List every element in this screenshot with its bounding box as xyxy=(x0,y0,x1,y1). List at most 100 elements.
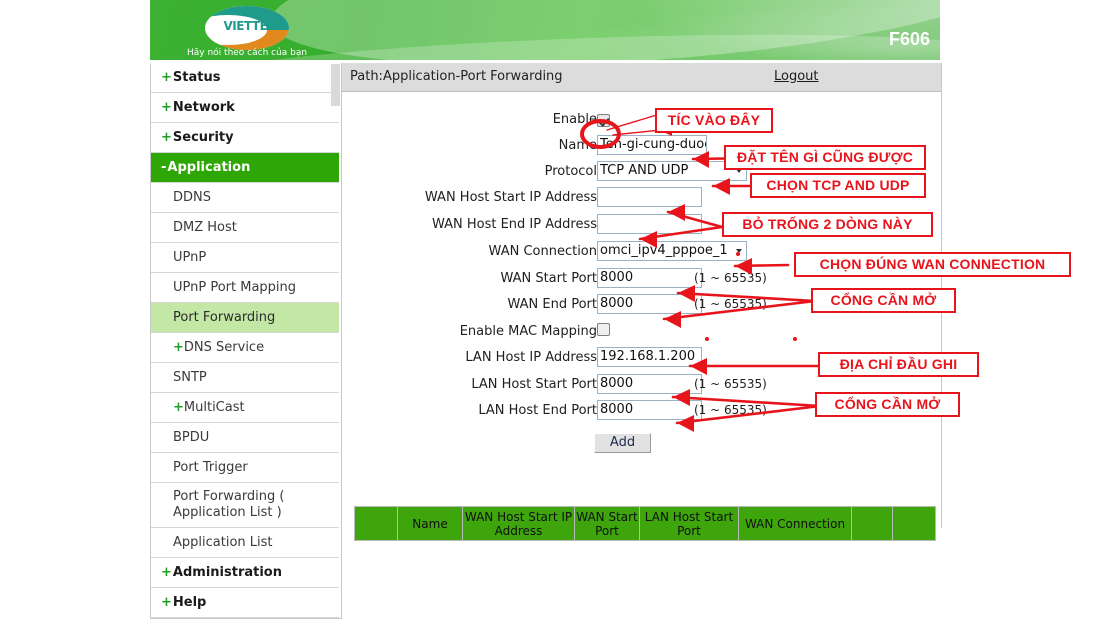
sidebar-item-label: Port Trigger xyxy=(173,460,248,475)
collapse-minus-icon: - xyxy=(161,160,167,175)
sidebar-item-port-forwarding-application-list[interactable]: Port Forwarding ( Application List ) xyxy=(151,483,339,528)
table-header-wan-connection: WAN Connection xyxy=(738,506,852,541)
sidebar-item-label: Application xyxy=(167,160,251,175)
wan-host-start-ip-input[interactable] xyxy=(597,187,702,207)
expand-plus-icon: + xyxy=(161,100,172,115)
form-row-enable: Enable xyxy=(342,92,941,134)
sidebar-item-bpdu[interactable]: BPDU xyxy=(151,423,339,453)
expand-plus-icon: + xyxy=(161,595,172,610)
wan-end-port-input[interactable]: 8000 xyxy=(597,294,702,314)
sidebar-item-ddns[interactable]: DDNS xyxy=(151,183,339,213)
wan-end-port-label: WAN End Port xyxy=(507,297,597,312)
protocol-label: Protocol xyxy=(544,164,597,179)
sidebar-item-label: Port Forwarding xyxy=(173,310,276,325)
logo-oval-icon: VIETTEL xyxy=(205,6,289,50)
lan-host-end-port-hint: (1 ~ 65535) xyxy=(694,403,767,417)
enable-mac-mapping-label: Enable MAC Mapping xyxy=(459,324,597,339)
table-header-lan-host-start-port: LAN Host Start Port xyxy=(639,506,739,541)
sidebar-item-dns-service[interactable]: +DNS Service xyxy=(151,333,339,363)
wan-connection-value: omci_ipv4_pppoe_1 xyxy=(600,243,728,258)
table-header-modify xyxy=(851,506,893,541)
wan-host-end-ip-label: WAN Host End IP Address xyxy=(431,217,597,232)
device-model-label: F606 xyxy=(888,29,930,49)
sidebar-item-administration[interactable]: +Administration xyxy=(151,558,339,588)
annotation-chon-wan-connection: CHỌN ĐÚNG WAN CONNECTION xyxy=(794,252,1071,277)
sidebar-item-sntp[interactable]: SNTP xyxy=(151,363,339,393)
sidebar-item-label: DDNS xyxy=(173,190,211,205)
sidebar-item-label: Status xyxy=(172,70,221,85)
sidebar-item-application-list[interactable]: Application List xyxy=(151,528,339,558)
table-header-wan-start-port: WAN Start Port xyxy=(574,506,640,541)
sidebar-item-label: Port Forwarding ( Application List ) xyxy=(173,489,285,520)
sidebar-item-label: SNTP xyxy=(173,370,207,385)
breadcrumb: Path:Application-Port Forwarding xyxy=(350,69,563,84)
form-row-enable-mac-mapping: Enable MAC Mapping xyxy=(342,320,941,346)
sidebar-item-label: Administration xyxy=(172,565,282,580)
sidebar-item-multicast[interactable]: +MultiCast xyxy=(151,393,339,423)
table-header-delete xyxy=(892,506,936,541)
wan-end-port-hint: (1 ~ 65535) xyxy=(694,297,767,311)
sidebar-item-label: DMZ Host xyxy=(173,220,237,235)
annotation-tic-vao-day: TÍC VÀO ĐÂY xyxy=(655,108,773,133)
table-header-select xyxy=(354,506,398,541)
sidebar-item-status[interactable]: +Status xyxy=(151,63,339,93)
form-row-add: Add xyxy=(342,425,941,459)
port-forwarding-table: Name WAN Host Start IP Address WAN Start… xyxy=(354,506,936,541)
annotation-dat-ten: ĐẶT TÊN GÌ CŨNG ĐƯỢC xyxy=(724,145,926,170)
wan-host-start-ip-label: WAN Host Start IP Address xyxy=(424,190,597,205)
sidebar-item-label: UPnP Port Mapping xyxy=(173,280,297,295)
table-header-row: Name WAN Host Start IP Address WAN Start… xyxy=(354,506,936,541)
sidebar-item-label: Network xyxy=(172,100,235,115)
lan-host-start-port-label: LAN Host Start Port xyxy=(471,377,597,392)
viettel-logo: VIETTEL Hãy nói theo cách của bạn xyxy=(187,4,337,58)
protocol-value: TCP AND UDP xyxy=(600,163,689,178)
sidebar-item-label: Application List xyxy=(173,535,273,550)
sidebar-item-help[interactable]: +Help xyxy=(151,588,339,618)
sidebar-scrollbar-thumb[interactable] xyxy=(331,64,340,106)
annotation-dia-chi-dau-ghi: ĐỊA CHỈ ĐẦU GHI xyxy=(818,352,979,377)
page-header-banner: VIETTEL Hãy nói theo cách của bạn F606 xyxy=(150,0,940,60)
enable-checkbox-highlight-circle xyxy=(580,119,621,149)
sidebar-item-application[interactable]: -Application xyxy=(151,153,339,183)
wan-start-port-hint: (1 ~ 65535) xyxy=(694,271,767,285)
lan-host-end-port-input[interactable]: 8000 xyxy=(597,400,702,420)
logout-link[interactable]: Logout xyxy=(774,69,819,84)
sidebar-item-network[interactable]: +Network xyxy=(151,93,339,123)
wan-connection-label: WAN Connection xyxy=(488,244,597,259)
annotation-cong-can-mo-lan: CỔNG CẦN MỞ xyxy=(815,392,960,417)
lan-host-ip-label: LAN Host IP Address xyxy=(465,350,597,365)
breadcrumb-bar: Path:Application-Port Forwarding Logout xyxy=(342,63,941,92)
logo-slogan: Hãy nói theo cách của bạn xyxy=(187,48,308,58)
sidebar-item-label: DNS Service xyxy=(183,340,265,355)
sidebar-item-upnp[interactable]: UPnP xyxy=(151,243,339,273)
wan-host-end-ip-input[interactable] xyxy=(597,214,702,234)
sidebar-item-security[interactable]: +Security xyxy=(151,123,339,153)
wan-start-port-input[interactable]: 8000 xyxy=(597,268,702,288)
sidebar-item-label: Security xyxy=(172,130,234,145)
sidebar-item-label: BPDU xyxy=(173,430,210,445)
logo-wordmark: VIETTEL xyxy=(223,19,275,33)
wan-connection-select[interactable]: omci_ipv4_pppoe_1 xyxy=(597,241,747,261)
table-header-wan-host-start-ip: WAN Host Start IP Address xyxy=(462,506,575,541)
expand-plus-icon: + xyxy=(161,565,172,580)
sidebar-item-port-trigger[interactable]: Port Trigger xyxy=(151,453,339,483)
enable-mac-mapping-checkbox[interactable] xyxy=(597,323,610,336)
lan-host-end-port-label: LAN Host End Port xyxy=(478,403,597,418)
annotation-chon-tcp-udp: CHỌN TCP AND UDP xyxy=(750,173,926,198)
sidebar-item-port-forwarding[interactable]: Port Forwarding xyxy=(151,303,339,333)
sidebar-nav: +Status +Network +Security -Application … xyxy=(150,63,342,619)
lan-host-ip-input[interactable]: 192.168.1.200 xyxy=(597,347,702,367)
lan-host-start-port-input[interactable]: 8000 xyxy=(597,374,702,394)
router-admin-page: VIETTEL Hãy nói theo cách của bạn F606 +… xyxy=(0,0,1111,619)
annotation-bo-trong: BỎ TRỐNG 2 DÒNG NÀY xyxy=(722,212,933,237)
wan-start-port-label: WAN Start Port xyxy=(500,271,597,286)
expand-plus-icon: + xyxy=(161,130,172,145)
sidebar-item-dmz-host[interactable]: DMZ Host xyxy=(151,213,339,243)
sidebar-item-label: MultiCast xyxy=(183,400,245,415)
sidebar-item-label: UPnP xyxy=(173,250,207,265)
chevron-down-icon xyxy=(736,249,742,253)
expand-plus-icon: + xyxy=(161,70,172,85)
annotation-cong-can-mo-wan: CỔNG CẦN MỞ xyxy=(811,288,956,313)
add-button[interactable]: Add xyxy=(594,433,651,453)
sidebar-item-upnp-port-mapping[interactable]: UPnP Port Mapping xyxy=(151,273,339,303)
